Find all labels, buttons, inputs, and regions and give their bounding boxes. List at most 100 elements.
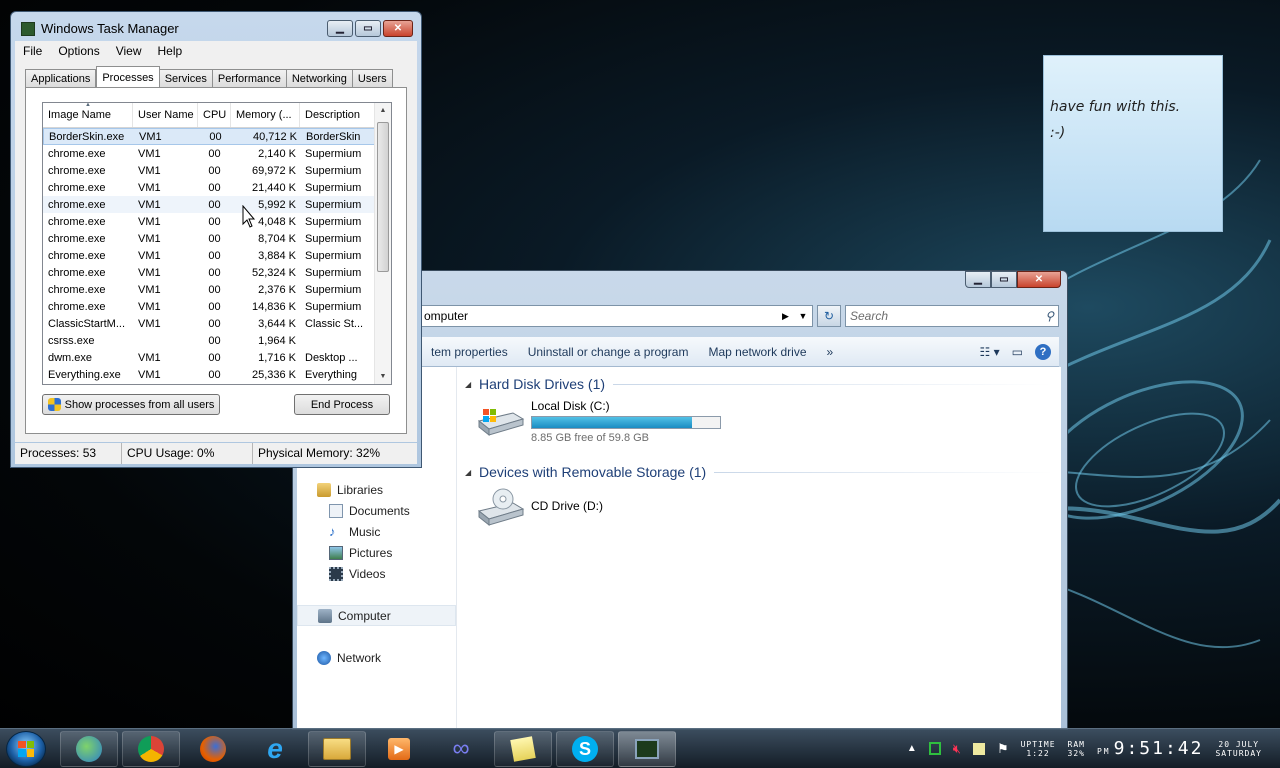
process-memory: 52,324 K xyxy=(251,266,296,279)
tab-services[interactable]: Services xyxy=(159,69,213,88)
column-cpu[interactable]: CPU xyxy=(198,103,231,127)
vertical-scrollbar[interactable]: ▲ ▼ xyxy=(374,103,391,384)
more-commands-button[interactable]: » xyxy=(817,345,844,359)
nav-item-videos[interactable]: Videos xyxy=(297,563,456,584)
process-row[interactable]: ClassicStartM... VM1 00 3,644 K Classic St..… xyxy=(43,315,391,332)
address-bar[interactable]: omputer ▶ ▼ xyxy=(421,305,813,327)
process-name: chrome.exe xyxy=(48,198,106,211)
process-list[interactable]: ▲ Image Name User Name CPU Memory (... D… xyxy=(42,102,392,385)
column-user-name[interactable]: User Name xyxy=(133,103,198,127)
maximize-button[interactable]: ▭ xyxy=(991,271,1017,288)
menu-help[interactable]: Help xyxy=(150,44,191,58)
taskbar-infinity-button[interactable]: ∞ xyxy=(432,731,490,767)
nav-label: Music xyxy=(349,524,381,539)
search-input[interactable]: Search ⚲ xyxy=(845,305,1059,327)
process-row[interactable]: chrome.exe VM1 00 21,440 K Supermium xyxy=(43,179,391,196)
process-row[interactable]: dwm.exe VM1 00 1,716 K Desktop ... xyxy=(43,349,391,366)
tab-users[interactable]: Users xyxy=(352,69,393,88)
minimize-button[interactable]: ▁ xyxy=(965,271,991,288)
nav-item-pictures[interactable]: Pictures xyxy=(297,542,456,563)
nav-item-computer[interactable]: Computer xyxy=(297,605,456,626)
system-tray: ▲ 🔇︎ ⚑ UPTIME 1:22 RAM 32% PM 9:51:42 20… xyxy=(907,738,1280,759)
tab-performance[interactable]: Performance xyxy=(212,69,287,88)
process-row[interactable]: chrome.exe VM1 00 14,836 K Supermium xyxy=(43,298,391,315)
column-memory[interactable]: Memory (... xyxy=(231,103,300,127)
sticky-note-line: :-) xyxy=(1050,125,1066,141)
process-row[interactable]: chrome.exe VM1 00 69,972 K Supermium xyxy=(43,162,391,179)
window-title-text: Windows Task Manager xyxy=(41,21,179,36)
chevron-down-icon[interactable]: ▼ xyxy=(794,311,812,321)
process-user: VM1 xyxy=(138,368,161,381)
taskbar-people-button[interactable] xyxy=(60,730,118,767)
collapse-triangle-icon[interactable]: ◢ xyxy=(465,468,479,477)
nav-item-music[interactable]: ♪ Music xyxy=(297,521,456,542)
taskbar-skype-button[interactable]: S xyxy=(556,730,614,767)
maximize-button[interactable]: ▭ xyxy=(355,20,381,37)
process-row[interactable]: Everything.exe VM1 00 25,336 K Everything xyxy=(43,366,391,383)
process-row[interactable]: chrome.exe VM1 00 52,324 K Supermium xyxy=(43,264,391,281)
process-user: VM1 xyxy=(138,266,161,279)
uninstall-program-button[interactable]: Uninstall or change a program xyxy=(518,345,699,359)
start-button[interactable] xyxy=(6,730,46,767)
tab-processes[interactable]: Processes xyxy=(96,66,160,88)
taskbar-apps: e ▶ ∞ S xyxy=(60,730,676,767)
refresh-button[interactable]: ↻ xyxy=(817,305,841,327)
process-row[interactable]: chrome.exe VM1 00 2,140 K Supermium xyxy=(43,145,391,162)
drive-local-disk-c[interactable]: Local Disk (C:) 8.85 GB free of 59.8 GB xyxy=(475,399,1053,451)
process-row[interactable]: chrome.exe VM1 00 4,048 K Supermium xyxy=(43,213,391,230)
show-all-processes-button[interactable]: Show processes from all users xyxy=(42,394,220,415)
help-icon[interactable]: ? xyxy=(1035,343,1051,360)
menu-view[interactable]: View xyxy=(108,44,150,58)
taskbar-task-manager-button[interactable] xyxy=(618,730,676,767)
map-network-drive-button[interactable]: Map network drive xyxy=(698,345,816,359)
scroll-up-icon[interactable]: ▲ xyxy=(375,107,391,114)
process-user: VM1 xyxy=(138,283,161,296)
taskbar-ie-button[interactable]: e xyxy=(246,731,304,767)
scroll-down-icon[interactable]: ▼ xyxy=(375,373,391,380)
group-header-removable-storage[interactable]: ◢ Devices with Removable Storage (1) xyxy=(465,461,1053,483)
close-button[interactable]: ✕ xyxy=(383,20,413,37)
group-header-hard-disk-drives[interactable]: ◢ Hard Disk Drives (1) xyxy=(465,373,1053,395)
drive-cd-d[interactable]: CD Drive (D:) xyxy=(475,487,1053,539)
sticky-tray-icon[interactable] xyxy=(972,742,985,755)
muted-volume-icon[interactable]: 🔇︎ xyxy=(953,741,961,757)
taskbar-sticky-notes-button[interactable] xyxy=(494,730,552,767)
menu-options[interactable]: Options xyxy=(50,44,107,58)
system-properties-button[interactable]: tem properties xyxy=(421,345,518,359)
taskbar-media-player-button[interactable]: ▶ xyxy=(370,731,428,767)
preview-pane-icon[interactable]: ▭ xyxy=(1012,345,1023,359)
breadcrumb-arrow-icon[interactable]: ▶ xyxy=(782,311,794,322)
scrollbar-thumb[interactable] xyxy=(377,122,389,272)
nav-label: Computer xyxy=(338,608,391,623)
menu-file[interactable]: File xyxy=(15,44,50,58)
green-tray-icon[interactable] xyxy=(928,742,941,755)
nav-item-libraries[interactable]: Libraries xyxy=(297,479,456,500)
sticky-note[interactable]: have fun with this. :-) xyxy=(1043,55,1223,232)
ram-value: 32% xyxy=(1067,748,1085,758)
tab-networking[interactable]: Networking xyxy=(286,69,353,88)
process-row[interactable]: chrome.exe VM1 00 5,992 K Supermium xyxy=(43,196,391,213)
date-display[interactable]: 20 JULY SATURDAY xyxy=(1215,740,1262,758)
process-row[interactable]: chrome.exe VM1 00 2,376 K Supermium xyxy=(43,281,391,298)
process-row[interactable]: chrome.exe VM1 00 3,884 K Supermium xyxy=(43,247,391,264)
process-row[interactable]: chrome.exe VM1 00 8,704 K Supermium xyxy=(43,230,391,247)
close-button[interactable]: ✕ xyxy=(1017,271,1061,288)
show-hidden-icons-icon[interactable]: ▲ xyxy=(907,743,917,754)
action-center-flag-icon[interactable]: ⚑ xyxy=(997,741,1009,757)
nav-item-network[interactable]: Network xyxy=(297,647,456,668)
view-options-icon[interactable]: ☷ ▾ xyxy=(980,345,1000,359)
clock[interactable]: PM 9:51:42 xyxy=(1097,738,1204,759)
videos-icon xyxy=(329,566,343,581)
taskbar-explorer-button[interactable] xyxy=(308,730,366,767)
process-row[interactable]: csrss.exe 00 1,964 K xyxy=(43,332,391,349)
collapse-triangle-icon[interactable]: ◢ xyxy=(465,380,479,389)
taskbar-firefox-button[interactable] xyxy=(184,731,242,767)
taskbar-chrome-button[interactable] xyxy=(122,730,180,767)
end-process-button[interactable]: End Process xyxy=(294,394,390,415)
process-row[interactable]: BorderSkin.exe VM1 00 40,712 K BorderSkin xyxy=(43,128,391,145)
address-segment-computer[interactable]: omputer xyxy=(424,309,782,323)
nav-item-documents[interactable]: Documents xyxy=(297,500,456,521)
minimize-button[interactable]: ▁ xyxy=(327,20,353,37)
search-icon[interactable]: ⚲ xyxy=(1045,309,1054,323)
tab-applications[interactable]: Applications xyxy=(25,69,97,88)
